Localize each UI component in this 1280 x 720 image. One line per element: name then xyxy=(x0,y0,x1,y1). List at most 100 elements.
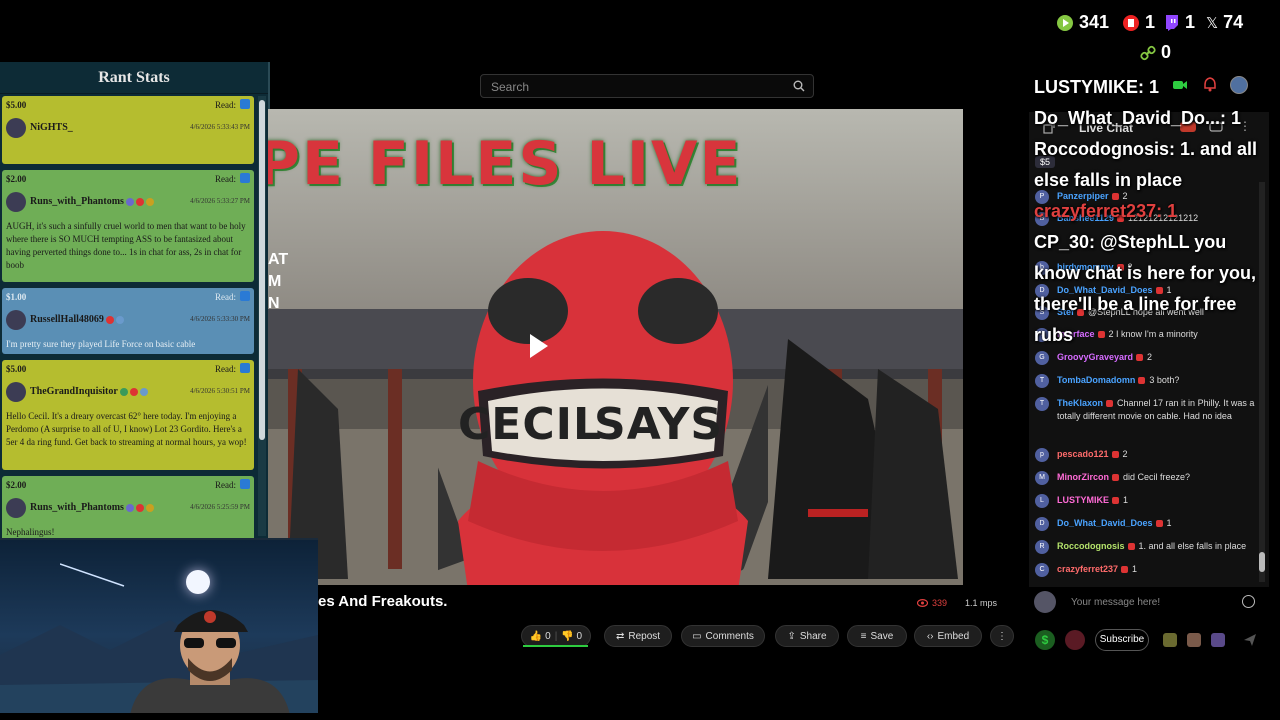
badge-icon xyxy=(145,503,154,512)
avatar xyxy=(6,192,26,212)
chat-text: 1 xyxy=(1123,495,1129,505)
avatar xyxy=(6,118,26,138)
badge-icon xyxy=(1111,451,1119,459)
avatar xyxy=(6,498,26,518)
rumble-icon xyxy=(1057,14,1073,31)
rant-card: $1.00 Read: RussellHall48069 4/6/2026 5:… xyxy=(2,288,254,354)
avatar xyxy=(6,382,26,402)
like-ratio-bar xyxy=(523,645,588,647)
chat-username[interactable]: TombaDomadomn xyxy=(1057,375,1135,385)
emote-icon[interactable] xyxy=(1211,633,1225,647)
save-button[interactable]: ≡ Save xyxy=(847,625,907,647)
chat-text: 3 both? xyxy=(1149,375,1180,385)
read-checkbox[interactable] xyxy=(240,363,250,373)
video-player[interactable]: PE FILES LIVE AT M N CECIL SAYS xyxy=(268,109,963,585)
rant-scrollbar[interactable] xyxy=(258,96,266,536)
rant-card: $2.00 Read: Runs_with_Phantoms 4/6/2026 … xyxy=(2,170,254,282)
read-checkbox[interactable] xyxy=(240,173,250,183)
chat-username[interactable]: Roccodognosis xyxy=(1057,541,1125,551)
avatar: D xyxy=(1035,517,1049,531)
chat-username[interactable]: TheKlaxon xyxy=(1057,398,1103,408)
chat-message: D Do_What_David_Does 1 xyxy=(1031,517,1257,531)
chat-username[interactable]: LUSTYMIKE xyxy=(1057,495,1109,505)
badge-icon xyxy=(1121,566,1129,574)
avatar: G xyxy=(1035,351,1049,365)
dollar-icon[interactable]: $ xyxy=(1035,630,1055,650)
overlay-line: Roccodognosis: 1. and all else falls in … xyxy=(1034,139,1258,190)
read-checkbox[interactable] xyxy=(240,99,250,109)
chat-text: 1 xyxy=(1132,564,1138,574)
chat-message-input[interactable]: Your message here! xyxy=(1071,597,1160,608)
twitch-counter: 1 xyxy=(1164,12,1195,33)
badge-icon xyxy=(135,197,144,206)
badge-icon xyxy=(135,503,144,512)
search-input[interactable]: Search xyxy=(480,74,814,98)
chat-username[interactable]: pescado121 xyxy=(1057,449,1109,459)
rant-stats-panel: Rant Stats $5.00 Read: NiGHTS_ 4/6/2026 … xyxy=(0,62,270,540)
rant-button-icon[interactable] xyxy=(1065,630,1085,650)
badge-icon xyxy=(1112,474,1119,482)
emoji-icon[interactable] xyxy=(1242,595,1255,608)
chat-username[interactable]: GroovyGraveyard xyxy=(1057,352,1133,362)
play-icon[interactable] xyxy=(530,334,548,358)
emote-icon[interactable] xyxy=(1163,633,1177,647)
badge-icon xyxy=(145,197,154,206)
chat-message: L LUSTYMIKE 1 xyxy=(1031,494,1257,508)
rant-card: $2.00 Read: Runs_with_Phantoms 4/6/2026 … xyxy=(2,476,254,540)
embed-icon: ‹› xyxy=(926,630,934,642)
badge-icon xyxy=(139,387,148,396)
video-side-text: AT M N xyxy=(268,251,289,312)
chat-message: M MinorZircon did Cecil freeze? xyxy=(1031,471,1257,485)
video-title: es And Freakouts. xyxy=(318,593,448,610)
chat-message: p pescado121 2 xyxy=(1031,448,1257,462)
scrollbar-thumb[interactable] xyxy=(259,100,265,440)
subscribe-button[interactable]: Subscribe xyxy=(1095,629,1149,651)
mask-text-right: SAYS xyxy=(594,399,724,450)
read-checkbox[interactable] xyxy=(240,291,250,301)
twitch-icon xyxy=(1166,14,1178,31)
dislike-button[interactable]: 👎 0 xyxy=(561,631,582,642)
search-icon[interactable] xyxy=(793,80,805,92)
webcam-overlay xyxy=(0,538,318,713)
badge-icon xyxy=(1138,377,1146,385)
chat-message: T TombaDomadomn 3 both? xyxy=(1031,374,1257,388)
chat-text: did Cecil freeze? xyxy=(1123,472,1191,482)
avatar: p xyxy=(1035,448,1049,462)
badge-icon xyxy=(129,387,138,396)
overlay-line: Do_What_David_Do...: 1 xyxy=(1034,108,1242,128)
eye-icon xyxy=(917,599,928,607)
read-checkbox[interactable] xyxy=(240,479,250,489)
bell-icon[interactable] xyxy=(1203,77,1217,92)
badge-icon xyxy=(125,197,134,206)
avatar: R xyxy=(1035,540,1049,554)
avatar: C xyxy=(1035,563,1049,577)
chat-username[interactable]: crazyferret237 xyxy=(1057,564,1118,574)
emote-icon[interactable] xyxy=(1187,633,1201,647)
camera-icon[interactable] xyxy=(1172,78,1188,92)
shooting-star-illustration xyxy=(60,563,125,587)
repost-button[interactable]: ⇄ Repost xyxy=(604,625,672,647)
youtube-counter: 1 xyxy=(1122,12,1155,33)
repost-icon: ⇄ xyxy=(615,630,625,642)
messages-per-second: 1.1 mps xyxy=(965,598,998,608)
chat-username[interactable]: MinorZircon xyxy=(1057,472,1109,482)
link-icon xyxy=(1140,45,1156,60)
like-dislike-group: 👍 0 | 👎 0 xyxy=(521,625,591,647)
user-avatar[interactable] xyxy=(1230,76,1248,94)
chat-message: G GroovyGraveyard 2 xyxy=(1031,351,1257,365)
scrollbar-thumb[interactable] xyxy=(1259,552,1265,572)
send-icon[interactable] xyxy=(1243,633,1257,647)
avatar: T xyxy=(1035,374,1049,388)
badge-icon xyxy=(1112,497,1120,505)
badge-icon xyxy=(1136,354,1144,362)
like-button[interactable]: 👍 0 xyxy=(530,631,551,642)
embed-button[interactable]: ‹› Embed xyxy=(914,625,982,647)
chat-message: T TheKlaxon Channel 17 ran it in Philly. I… xyxy=(1031,397,1257,423)
platform-counters: 341 1 1 𝕏 74 0 xyxy=(1050,8,1275,68)
comments-button[interactable]: ▭ Comments xyxy=(681,625,765,647)
moon-illustration xyxy=(186,570,210,594)
more-options-button[interactable]: ⋮ xyxy=(990,625,1014,647)
chat-text: 2 xyxy=(1147,352,1153,362)
chat-username[interactable]: Do_What_David_Does xyxy=(1057,518,1153,528)
share-button[interactable]: ⇪ Share xyxy=(775,625,839,647)
